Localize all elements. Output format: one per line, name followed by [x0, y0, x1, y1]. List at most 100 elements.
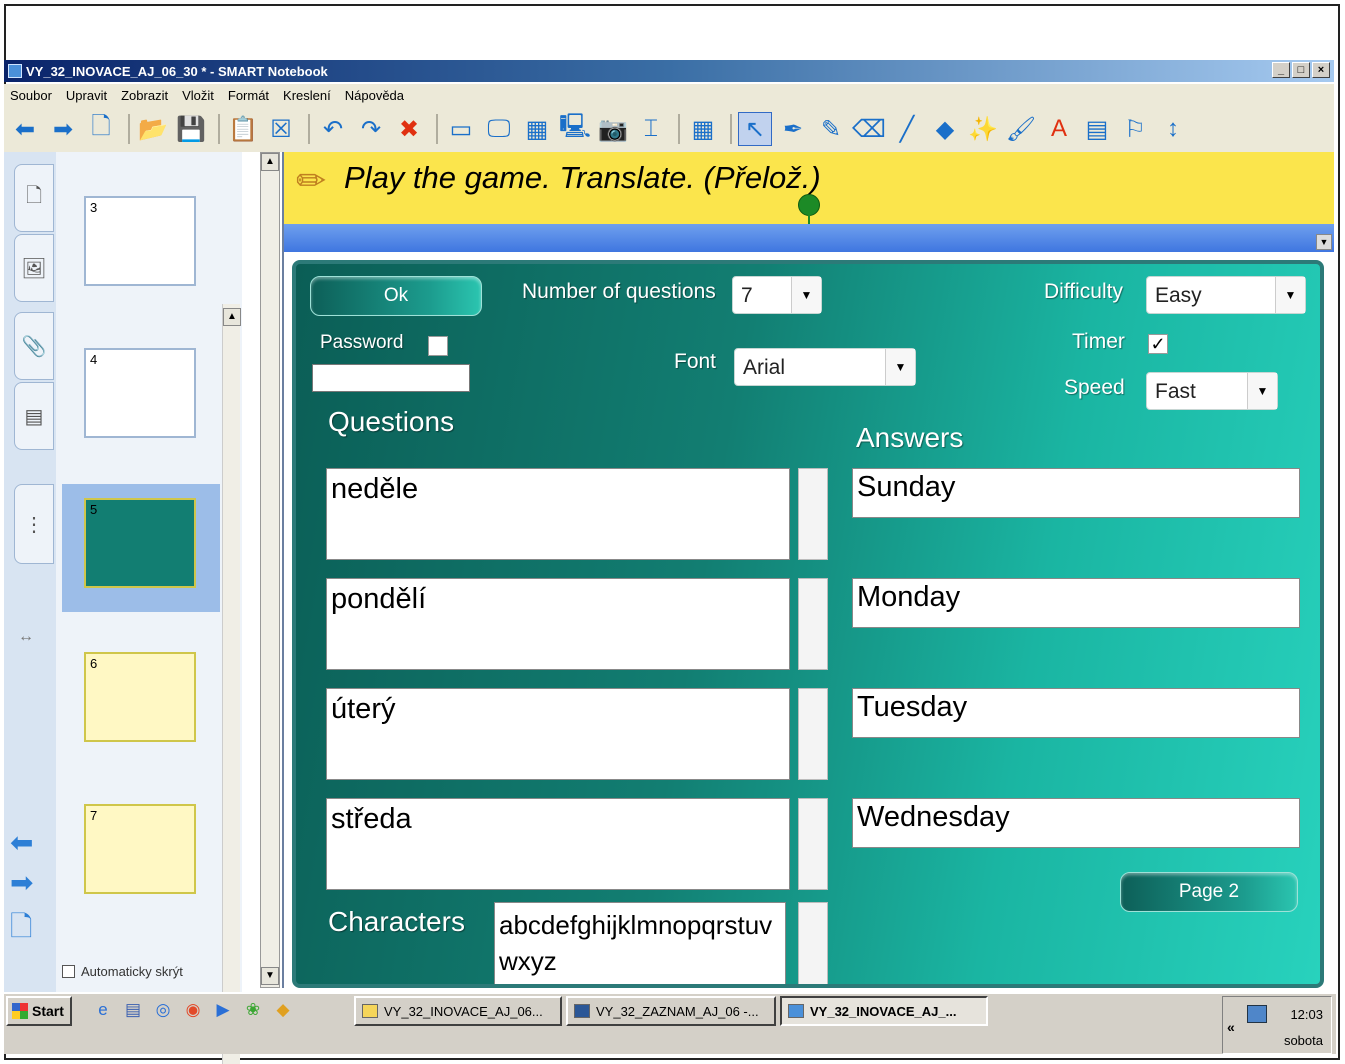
delete-icon[interactable]: ✖: [392, 112, 426, 146]
properties-icon[interactable]: ▤: [1080, 112, 1114, 146]
window-controls: _ □ ×: [1272, 62, 1330, 78]
paste-icon[interactable]: 📋: [226, 112, 260, 146]
autohide-option[interactable]: Automaticky skrýt: [62, 964, 183, 979]
chevron-down-icon[interactable]: ▼: [1247, 373, 1277, 409]
add-page-small-icon[interactable]: 🗋: [10, 906, 50, 946]
speed-select[interactable]: Fast ▼: [1146, 372, 1278, 410]
transparent-bg-icon[interactable]: ▦: [520, 112, 554, 146]
workspace-scrollbar[interactable]: ▲ ▼: [260, 152, 280, 988]
measurement-icon[interactable]: ⚐: [1118, 112, 1152, 146]
scroll-down-icon[interactable]: ▼: [261, 967, 279, 985]
menu-napoveda[interactable]: Nápověda: [339, 88, 412, 103]
app-icon[interactable]: ❀: [242, 1000, 264, 1022]
pen-icon[interactable]: ✒: [776, 112, 810, 146]
scroll-up-icon[interactable]: ▲: [223, 308, 241, 326]
page-title: Play the game. Translate. (Přelož.): [344, 160, 821, 195]
open-folder-icon[interactable]: 📂: [136, 112, 170, 146]
notepad-icon[interactable]: ▤: [122, 1000, 144, 1022]
move-toolbar-icon[interactable]: ↕: [1156, 112, 1190, 146]
scroll-up-icon[interactable]: ▲: [261, 153, 279, 171]
resize-arrows-icon[interactable]: ↔: [18, 628, 34, 646]
page-header: ✏ Play the game. Translate. (Přelož.): [284, 152, 1334, 224]
table-icon[interactable]: ▦: [686, 112, 720, 146]
fill-icon[interactable]: 🖌: [1004, 112, 1038, 146]
screen-shade-icon[interactable]: ☒: [264, 112, 298, 146]
characters-field[interactable]: abcdefghijklmnopqrstuvwxyz: [494, 902, 786, 984]
difficulty-select[interactable]: Easy ▼: [1146, 276, 1306, 314]
task-explorer[interactable]: VY_32_INOVACE_AJ_06...: [354, 996, 562, 1026]
maximize-button[interactable]: □: [1292, 62, 1310, 78]
redo-icon[interactable]: ↷: [354, 112, 388, 146]
back-arrow-icon[interactable]: ⬅: [8, 112, 42, 146]
next-page-icon[interactable]: ➡: [10, 866, 50, 906]
menu-zobrazit[interactable]: Zobrazit: [115, 88, 176, 103]
password-field[interactable]: [312, 364, 470, 392]
sorter-scrollbar[interactable]: ▲ ▼: [222, 304, 241, 1064]
close-button[interactable]: ×: [1312, 62, 1330, 78]
chevron-down-icon[interactable]: ▼: [791, 277, 821, 313]
chrome-alt-icon[interactable]: ◎: [152, 1000, 174, 1022]
rotate-handle[interactable]: [798, 194, 820, 216]
minimize-button[interactable]: _: [1272, 62, 1290, 78]
full-screen-icon[interactable]: 🖵: [482, 112, 516, 146]
question-field[interactable]: neděle: [326, 468, 790, 560]
properties-tab-icon[interactable]: ▤: [14, 382, 54, 450]
shapes-icon[interactable]: ◆: [928, 112, 962, 146]
attachments-tab-icon[interactable]: 📎: [14, 312, 54, 380]
save-icon[interactable]: 💾: [174, 112, 208, 146]
screen-shade-display-icon[interactable]: ▭: [444, 112, 478, 146]
add-page-icon[interactable]: 🗋: [84, 112, 118, 146]
forward-arrow-icon[interactable]: ➡: [46, 112, 80, 146]
creative-pen-icon[interactable]: ✎: [814, 112, 848, 146]
menu-kresleni[interactable]: Kreslení: [277, 88, 339, 103]
line-icon[interactable]: ╱: [890, 112, 924, 146]
answer-field[interactable]: Monday: [852, 578, 1300, 628]
page-thumbnail[interactable]: 7: [84, 804, 196, 894]
question-field[interactable]: pondělí: [326, 578, 790, 670]
page2-button[interactable]: Page 2: [1120, 872, 1298, 912]
task-smart-notebook[interactable]: VY_32_INOVACE_AJ_...: [780, 996, 988, 1026]
start-button[interactable]: Start: [6, 996, 72, 1026]
answer-field[interactable]: Sunday: [852, 468, 1300, 518]
page-thumbnail[interactable]: 6: [84, 652, 196, 742]
gallery-tab-icon[interactable]: 🖼: [14, 234, 54, 302]
page-thumbnail[interactable]: 4: [84, 348, 196, 438]
undo-icon[interactable]: ↶: [316, 112, 350, 146]
internet-explorer-icon[interactable]: e: [92, 1000, 114, 1022]
font-select[interactable]: Arial ▼: [734, 348, 916, 386]
answer-field[interactable]: Tuesday: [852, 688, 1300, 738]
document-camera-icon[interactable]: ⌶: [634, 112, 668, 146]
page-thumbnail[interactable]: 3: [84, 196, 196, 286]
eraser-icon[interactable]: ⌫: [852, 112, 886, 146]
dual-page-icon[interactable]: 🖳: [558, 112, 592, 146]
page-thumbnail-selected[interactable]: 5: [84, 498, 196, 588]
ok-button[interactable]: Ok: [310, 276, 482, 316]
num-questions-select[interactable]: 7 ▼: [732, 276, 822, 314]
capture-icon[interactable]: 📷: [596, 112, 630, 146]
autohide-checkbox[interactable]: [62, 965, 75, 978]
magic-pen-icon[interactable]: ✨: [966, 112, 1000, 146]
menu-vlozit[interactable]: Vložit: [176, 88, 222, 103]
timer-checkbox[interactable]: ✓: [1148, 334, 1168, 354]
task-word[interactable]: VY_32_ZAZNAM_AJ_06 -...: [566, 996, 776, 1026]
question-field[interactable]: středa: [326, 798, 790, 890]
text-icon[interactable]: A: [1042, 112, 1076, 146]
chrome-icon[interactable]: ◉: [182, 1000, 204, 1022]
previous-page-icon[interactable]: ⬅: [10, 826, 50, 866]
answer-field[interactable]: Wednesday: [852, 798, 1300, 848]
password-checkbox[interactable]: [428, 336, 448, 356]
page-sorter-tab-icon[interactable]: 🗋: [14, 164, 54, 232]
menu-soubor[interactable]: Soubor: [4, 88, 60, 103]
object-menu-icon[interactable]: ▼: [1316, 234, 1332, 250]
chevron-down-icon[interactable]: ▼: [885, 349, 915, 385]
menu-upravit[interactable]: Upravit: [60, 88, 115, 103]
menu-format[interactable]: Formát: [222, 88, 277, 103]
question-field[interactable]: úterý: [326, 688, 790, 780]
network-icon[interactable]: [1247, 1005, 1267, 1023]
shortcut-icon[interactable]: ◆: [272, 1000, 294, 1022]
addons-tab-icon[interactable]: ⋮: [14, 484, 54, 564]
select-arrow-icon[interactable]: ↖: [738, 112, 772, 146]
chevron-down-icon[interactable]: ▼: [1275, 277, 1305, 313]
media-player-icon[interactable]: ▶: [212, 1000, 234, 1022]
tray-expand-icon[interactable]: «: [1227, 1019, 1235, 1035]
